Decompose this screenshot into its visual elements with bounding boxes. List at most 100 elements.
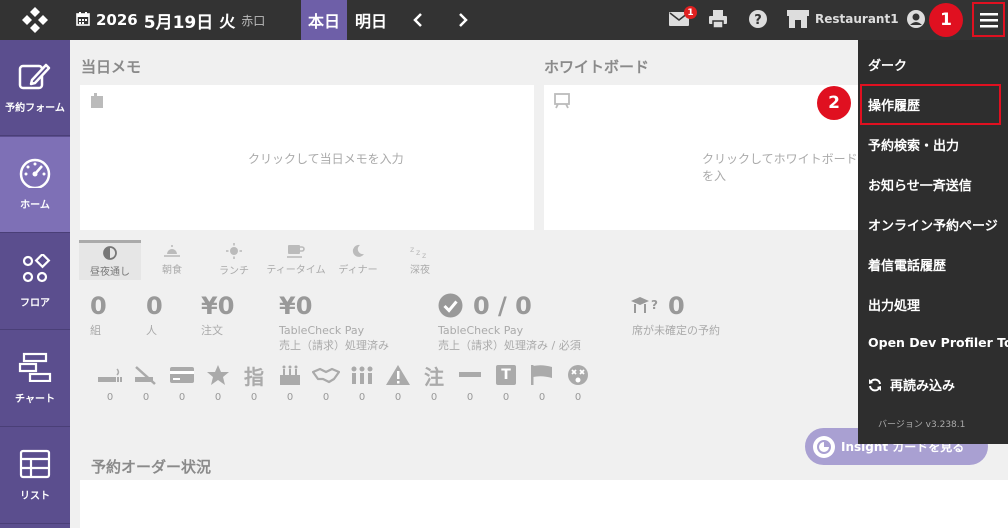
menu-item-reservation-search[interactable]: 予約検索・出力 (868, 135, 959, 154)
svg-text:?: ? (651, 298, 658, 312)
logo-icon[interactable] (0, 0, 70, 40)
no-smoking-icon: 0 (128, 362, 164, 403)
sunrise-icon (164, 245, 180, 257)
sidebar-item-label: フロア (20, 298, 50, 309)
tab-tea-time[interactable]: ティータイム (265, 240, 327, 280)
memo-title: 当日メモ (81, 58, 142, 76)
sidebar-item-label: チャート (15, 394, 55, 405)
help-icon[interactable]: ? (748, 9, 768, 33)
date-display[interactable]: 2026 5月19日 火 赤口 (76, 8, 266, 33)
app-version: バージョン v3.238.1 (878, 420, 966, 430)
note-icon: 注 0 (424, 364, 444, 404)
sidebar-item-label: ホーム (20, 200, 50, 211)
callout-marker-2: 2 (817, 86, 851, 120)
menu-item-reload[interactable]: 再読み込み (868, 375, 955, 394)
memo-placeholder: クリックして当日メモを入力 (248, 152, 404, 166)
memo-icon (91, 93, 103, 108)
tab-all-day[interactable]: 昼夜通し (79, 240, 141, 280)
pie-chart-icon (813, 435, 835, 458)
top-bar: 2026 5月19日 火 赤口 本日 明日 1 ? Restaurant1 1 (0, 0, 1008, 40)
sidebar-item-label: 予約フォーム (5, 103, 65, 114)
stat-people-label: 人 (146, 324, 157, 337)
handshake-icon: 0 (308, 362, 344, 403)
dizzy-face-icon: 0 (560, 362, 596, 403)
gauge-icon (19, 158, 51, 188)
sidebar-item-list[interactable]: リスト (0, 428, 70, 524)
designated-icon: 指 0 (244, 364, 264, 404)
today-button[interactable]: 本日 (301, 0, 347, 40)
flag-icon: 0 (524, 362, 560, 403)
store-name[interactable]: Restaurant1 (815, 12, 899, 26)
tab-dinner[interactable]: ディナー (327, 240, 389, 280)
svg-text:z: z (410, 245, 414, 254)
meal-period-tabs: 昼夜通し 朝食 ランチ ティータイム ディナー zzz 深夜 (79, 240, 451, 282)
sidebar: 予約フォーム ホーム フロア チャート リスト (0, 40, 70, 528)
moon-icon (352, 244, 364, 257)
stat-unassigned-label: 席が未確定の予約 (632, 324, 720, 337)
menu-item-call-history[interactable]: 着信電話履歴 (868, 255, 946, 274)
svg-text:?: ? (754, 13, 762, 28)
date-weekday: 火 (219, 12, 236, 31)
calendar-icon (76, 11, 90, 30)
stat-tcpay-required-label-2: 売上（請求）処理済み / 必須 (438, 339, 581, 352)
stat-tcpay-value: ¥0 (279, 292, 313, 320)
store-icon[interactable] (786, 8, 810, 34)
date-rokuyo: 赤口 (241, 13, 266, 28)
menu-item-output-processing[interactable]: 出力処理 (868, 295, 920, 314)
stat-tcpay-label-2: 売上（請求）処理済み (279, 339, 389, 352)
menu-item-dark[interactable]: ダーク (868, 55, 907, 74)
tag-counters: 0 0 0 0 指 0 0 0 0 0 注 0 0 T 0 0 0 (92, 362, 596, 403)
sidebar-item-reservation-form[interactable]: 予約フォーム (0, 40, 70, 136)
stat-orders-label: 注文 (201, 324, 223, 337)
group-icon: 0 (344, 362, 380, 403)
chevron-right-icon[interactable] (451, 8, 475, 32)
whiteboard-icon (554, 93, 570, 109)
stat-unassigned-value: 0 (668, 292, 685, 320)
refresh-icon (869, 378, 881, 391)
minus-icon: 0 (452, 362, 488, 403)
chevron-left-icon[interactable] (406, 8, 430, 32)
tab-lunch[interactable]: ランチ (203, 240, 265, 280)
hamburger-menu-icon[interactable] (972, 2, 1005, 37)
floor-icon (22, 254, 51, 283)
print-icon[interactable] (708, 9, 728, 33)
menu-item-dev-profiler[interactable]: Open Dev Profiler Tool (868, 335, 1008, 350)
order-status-card (80, 480, 1008, 528)
whiteboard-placeholder: クリックしてホワイトボードを入 (702, 152, 858, 183)
sidebar-item-home[interactable]: ホーム (0, 137, 70, 233)
stat-groups-value: 0 (90, 292, 107, 320)
warning-icon: 0 (380, 362, 416, 403)
t-box-icon: T 0 (488, 362, 524, 403)
menu-item-online-booking-page[interactable]: オンライン予約ページ (868, 215, 998, 234)
svg-text:z: z (422, 251, 426, 258)
sidebar-item-chart[interactable]: チャート (0, 331, 70, 427)
tomorrow-button[interactable]: 明日 (348, 0, 394, 40)
sidebar-item-floor[interactable]: フロア (0, 234, 70, 330)
order-status-title: 予約オーダー状況 (91, 458, 212, 476)
card-icon: 0 (164, 362, 200, 403)
sleep-zzz-icon: zzz (410, 245, 426, 258)
menu-item-broadcast-notice[interactable]: お知らせ一斉送信 (868, 175, 972, 194)
sun-icon (226, 243, 242, 259)
tab-breakfast[interactable]: 朝食 (141, 240, 203, 280)
birthday-cake-icon: 0 (272, 362, 308, 403)
half-circle-icon (103, 245, 117, 260)
date-year: 2026 (96, 11, 138, 29)
smoking-icon: 0 (92, 362, 128, 403)
memo-card[interactable]: クリックして当日メモを入力 (80, 85, 534, 230)
stat-tcpay-required-label-1: TableCheck Pay (438, 324, 524, 337)
whiteboard-title: ホワイトボード (544, 58, 650, 76)
mail-badge: 1 (684, 6, 697, 19)
sidebar-item-label: リスト (20, 491, 50, 502)
user-icon[interactable] (906, 9, 926, 33)
callout-marker-1: 1 (929, 3, 963, 37)
tab-late-night[interactable]: zzz 深夜 (389, 240, 451, 280)
whiteboard-card[interactable]: クリックしてホワイトボードを入 (544, 85, 858, 230)
cup-icon (287, 245, 305, 258)
stat-tcpay-required-value: 0 / 0 (473, 292, 532, 320)
highlight-box-operation-history (860, 84, 1001, 125)
stat-groups-label: 組 (90, 324, 101, 337)
chart-icon (18, 352, 52, 382)
date-month-day: 5月19日 (143, 12, 214, 33)
edit-icon (18, 63, 51, 90)
